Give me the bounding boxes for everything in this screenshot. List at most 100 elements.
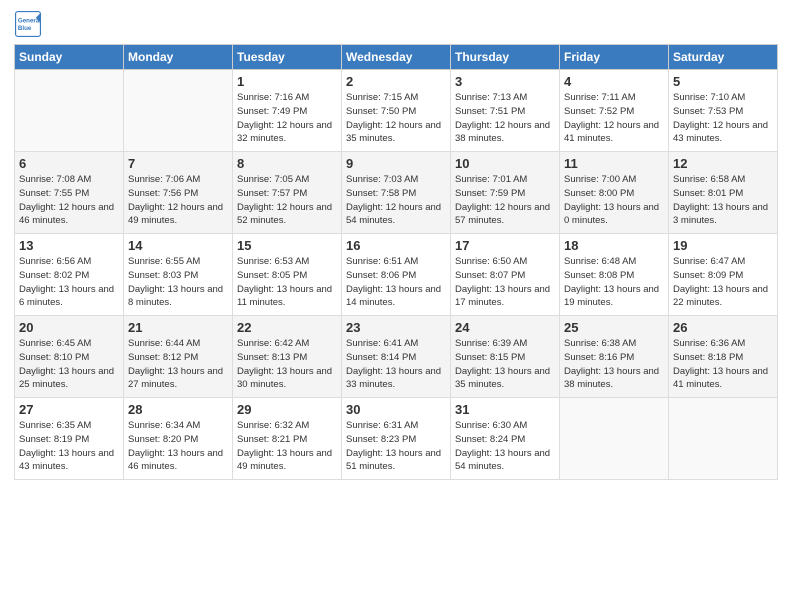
day-number: 28 [128, 402, 228, 417]
calendar-cell: 10Sunrise: 7:01 AM Sunset: 7:59 PM Dayli… [451, 152, 560, 234]
calendar-cell: 11Sunrise: 7:00 AM Sunset: 8:00 PM Dayli… [560, 152, 669, 234]
calendar-cell: 31 Sunrise: 6:30 AM Sunset: 8:24 PM Dayli… [451, 398, 560, 480]
weekday-header-tuesday: Tuesday [233, 45, 342, 70]
day-number: 27 [19, 402, 119, 417]
day-details: Sunrise: 6:48 AM Sunset: 8:08 PM Dayligh… [564, 255, 664, 310]
weekday-header-monday: Monday [124, 45, 233, 70]
calendar-table: SundayMondayTuesdayWednesdayThursdayFrid… [14, 44, 778, 480]
day-details: Sunrise: 6:55 AM Sunset: 8:03 PM Dayligh… [128, 255, 228, 310]
day-details: Sunrise: 6:30 AM Sunset: 8:24 PM Dayligh… [455, 419, 555, 474]
calendar-cell: 15Sunrise: 6:53 AM Sunset: 8:05 PM Dayli… [233, 234, 342, 316]
day-number: 16 [346, 238, 446, 253]
day-details: Sunrise: 7:06 AM Sunset: 7:56 PM Dayligh… [128, 173, 228, 228]
day-details: Sunrise: 7:10 AM Sunset: 7:53 PM Dayligh… [673, 91, 773, 146]
day-number: 25 [564, 320, 664, 335]
page-header: General Blue [14, 10, 778, 38]
day-number: 13 [19, 238, 119, 253]
calendar-cell: 21 Sunrise: 6:44 AM Sunset: 8:12 PM Dayli… [124, 316, 233, 398]
day-number: 31 [455, 402, 555, 417]
calendar-cell [15, 70, 124, 152]
calendar-cell: 1 Sunrise: 7:16 AM Sunset: 7:49 PM Daylig… [233, 70, 342, 152]
day-number: 30 [346, 402, 446, 417]
day-details: Sunrise: 6:35 AM Sunset: 8:19 PM Dayligh… [19, 419, 119, 474]
day-details: Sunrise: 6:45 AM Sunset: 8:10 PM Dayligh… [19, 337, 119, 392]
day-number: 24 [455, 320, 555, 335]
calendar-cell: 18 Sunrise: 6:48 AM Sunset: 8:08 PM Dayli… [560, 234, 669, 316]
week-row-4: 20 Sunrise: 6:45 AM Sunset: 8:10 PM Dayli… [15, 316, 778, 398]
calendar-cell: 26 Sunrise: 6:36 AM Sunset: 8:18 PM Dayli… [669, 316, 778, 398]
weekday-header-sunday: Sunday [15, 45, 124, 70]
day-details: Sunrise: 6:56 AM Sunset: 8:02 PM Dayligh… [19, 255, 119, 310]
day-number: 12 [673, 156, 773, 171]
calendar-cell [124, 70, 233, 152]
day-details: Sunrise: 7:15 AM Sunset: 7:50 PM Dayligh… [346, 91, 446, 146]
weekday-header-row: SundayMondayTuesdayWednesdayThursdayFrid… [15, 45, 778, 70]
calendar-cell: 27 Sunrise: 6:35 AM Sunset: 8:19 PM Dayli… [15, 398, 124, 480]
day-number: 8 [237, 156, 337, 171]
day-number: 2 [346, 74, 446, 89]
day-details: Sunrise: 6:44 AM Sunset: 8:12 PM Dayligh… [128, 337, 228, 392]
calendar-cell: 12 Sunrise: 6:58 AM Sunset: 8:01 PM Dayli… [669, 152, 778, 234]
logo: General Blue [14, 10, 42, 38]
calendar-cell: 19Sunrise: 6:47 AM Sunset: 8:09 PM Dayli… [669, 234, 778, 316]
day-number: 14 [128, 238, 228, 253]
calendar-cell: 17 Sunrise: 6:50 AM Sunset: 8:07 PM Dayli… [451, 234, 560, 316]
calendar-cell: 23Sunrise: 6:41 AM Sunset: 8:14 PM Dayli… [342, 316, 451, 398]
svg-text:Blue: Blue [18, 25, 32, 32]
day-number: 6 [19, 156, 119, 171]
week-row-5: 27 Sunrise: 6:35 AM Sunset: 8:19 PM Dayli… [15, 398, 778, 480]
day-details: Sunrise: 6:39 AM Sunset: 8:15 PM Dayligh… [455, 337, 555, 392]
day-details: Sunrise: 7:11 AM Sunset: 7:52 PM Dayligh… [564, 91, 664, 146]
calendar-cell [669, 398, 778, 480]
day-details: Sunrise: 6:58 AM Sunset: 8:01 PM Dayligh… [673, 173, 773, 228]
page-container: General Blue SundayMondayTuesdayWednesda… [0, 0, 792, 494]
day-number: 21 [128, 320, 228, 335]
day-number: 4 [564, 74, 664, 89]
day-number: 26 [673, 320, 773, 335]
calendar-cell: 4 Sunrise: 7:11 AM Sunset: 7:52 PM Daylig… [560, 70, 669, 152]
day-number: 23 [346, 320, 446, 335]
week-row-1: 1 Sunrise: 7:16 AM Sunset: 7:49 PM Daylig… [15, 70, 778, 152]
calendar-cell: 9 Sunrise: 7:03 AM Sunset: 7:58 PM Daylig… [342, 152, 451, 234]
day-details: Sunrise: 6:50 AM Sunset: 8:07 PM Dayligh… [455, 255, 555, 310]
day-details: Sunrise: 6:36 AM Sunset: 8:18 PM Dayligh… [673, 337, 773, 392]
day-details: Sunrise: 6:51 AM Sunset: 8:06 PM Dayligh… [346, 255, 446, 310]
day-number: 18 [564, 238, 664, 253]
day-number: 29 [237, 402, 337, 417]
weekday-header-saturday: Saturday [669, 45, 778, 70]
day-number: 22 [237, 320, 337, 335]
day-number: 20 [19, 320, 119, 335]
calendar-cell: 16 Sunrise: 6:51 AM Sunset: 8:06 PM Dayli… [342, 234, 451, 316]
day-details: Sunrise: 7:03 AM Sunset: 7:58 PM Dayligh… [346, 173, 446, 228]
day-number: 9 [346, 156, 446, 171]
day-number: 1 [237, 74, 337, 89]
week-row-3: 13 Sunrise: 6:56 AM Sunset: 8:02 PM Dayli… [15, 234, 778, 316]
calendar-cell: 7 Sunrise: 7:06 AM Sunset: 7:56 PM Daylig… [124, 152, 233, 234]
day-details: Sunrise: 7:13 AM Sunset: 7:51 PM Dayligh… [455, 91, 555, 146]
day-details: Sunrise: 6:53 AM Sunset: 8:05 PM Dayligh… [237, 255, 337, 310]
day-details: Sunrise: 6:38 AM Sunset: 8:16 PM Dayligh… [564, 337, 664, 392]
weekday-header-wednesday: Wednesday [342, 45, 451, 70]
calendar-cell: 28 Sunrise: 6:34 AM Sunset: 8:20 PM Dayli… [124, 398, 233, 480]
calendar-cell: 2 Sunrise: 7:15 AM Sunset: 7:50 PM Daylig… [342, 70, 451, 152]
calendar-cell: 30Sunrise: 6:31 AM Sunset: 8:23 PM Dayli… [342, 398, 451, 480]
calendar-cell: 20 Sunrise: 6:45 AM Sunset: 8:10 PM Dayli… [15, 316, 124, 398]
day-number: 11 [564, 156, 664, 171]
day-number: 17 [455, 238, 555, 253]
day-details: Sunrise: 6:34 AM Sunset: 8:20 PM Dayligh… [128, 419, 228, 474]
calendar-cell: 25 Sunrise: 6:38 AM Sunset: 8:16 PM Dayli… [560, 316, 669, 398]
day-number: 5 [673, 74, 773, 89]
day-number: 3 [455, 74, 555, 89]
logo-icon: General Blue [14, 10, 42, 38]
calendar-cell: 24 Sunrise: 6:39 AM Sunset: 8:15 PM Dayli… [451, 316, 560, 398]
calendar-cell [560, 398, 669, 480]
day-number: 10 [455, 156, 555, 171]
day-details: Sunrise: 6:42 AM Sunset: 8:13 PM Dayligh… [237, 337, 337, 392]
weekday-header-thursday: Thursday [451, 45, 560, 70]
day-details: Sunrise: 7:16 AM Sunset: 7:49 PM Dayligh… [237, 91, 337, 146]
calendar-cell: 13 Sunrise: 6:56 AM Sunset: 8:02 PM Dayli… [15, 234, 124, 316]
week-row-2: 6Sunrise: 7:08 AM Sunset: 7:55 PM Daylig… [15, 152, 778, 234]
calendar-cell: 22 Sunrise: 6:42 AM Sunset: 8:13 PM Dayli… [233, 316, 342, 398]
calendar-cell: 8Sunrise: 7:05 AM Sunset: 7:57 PM Daylig… [233, 152, 342, 234]
day-number: 7 [128, 156, 228, 171]
